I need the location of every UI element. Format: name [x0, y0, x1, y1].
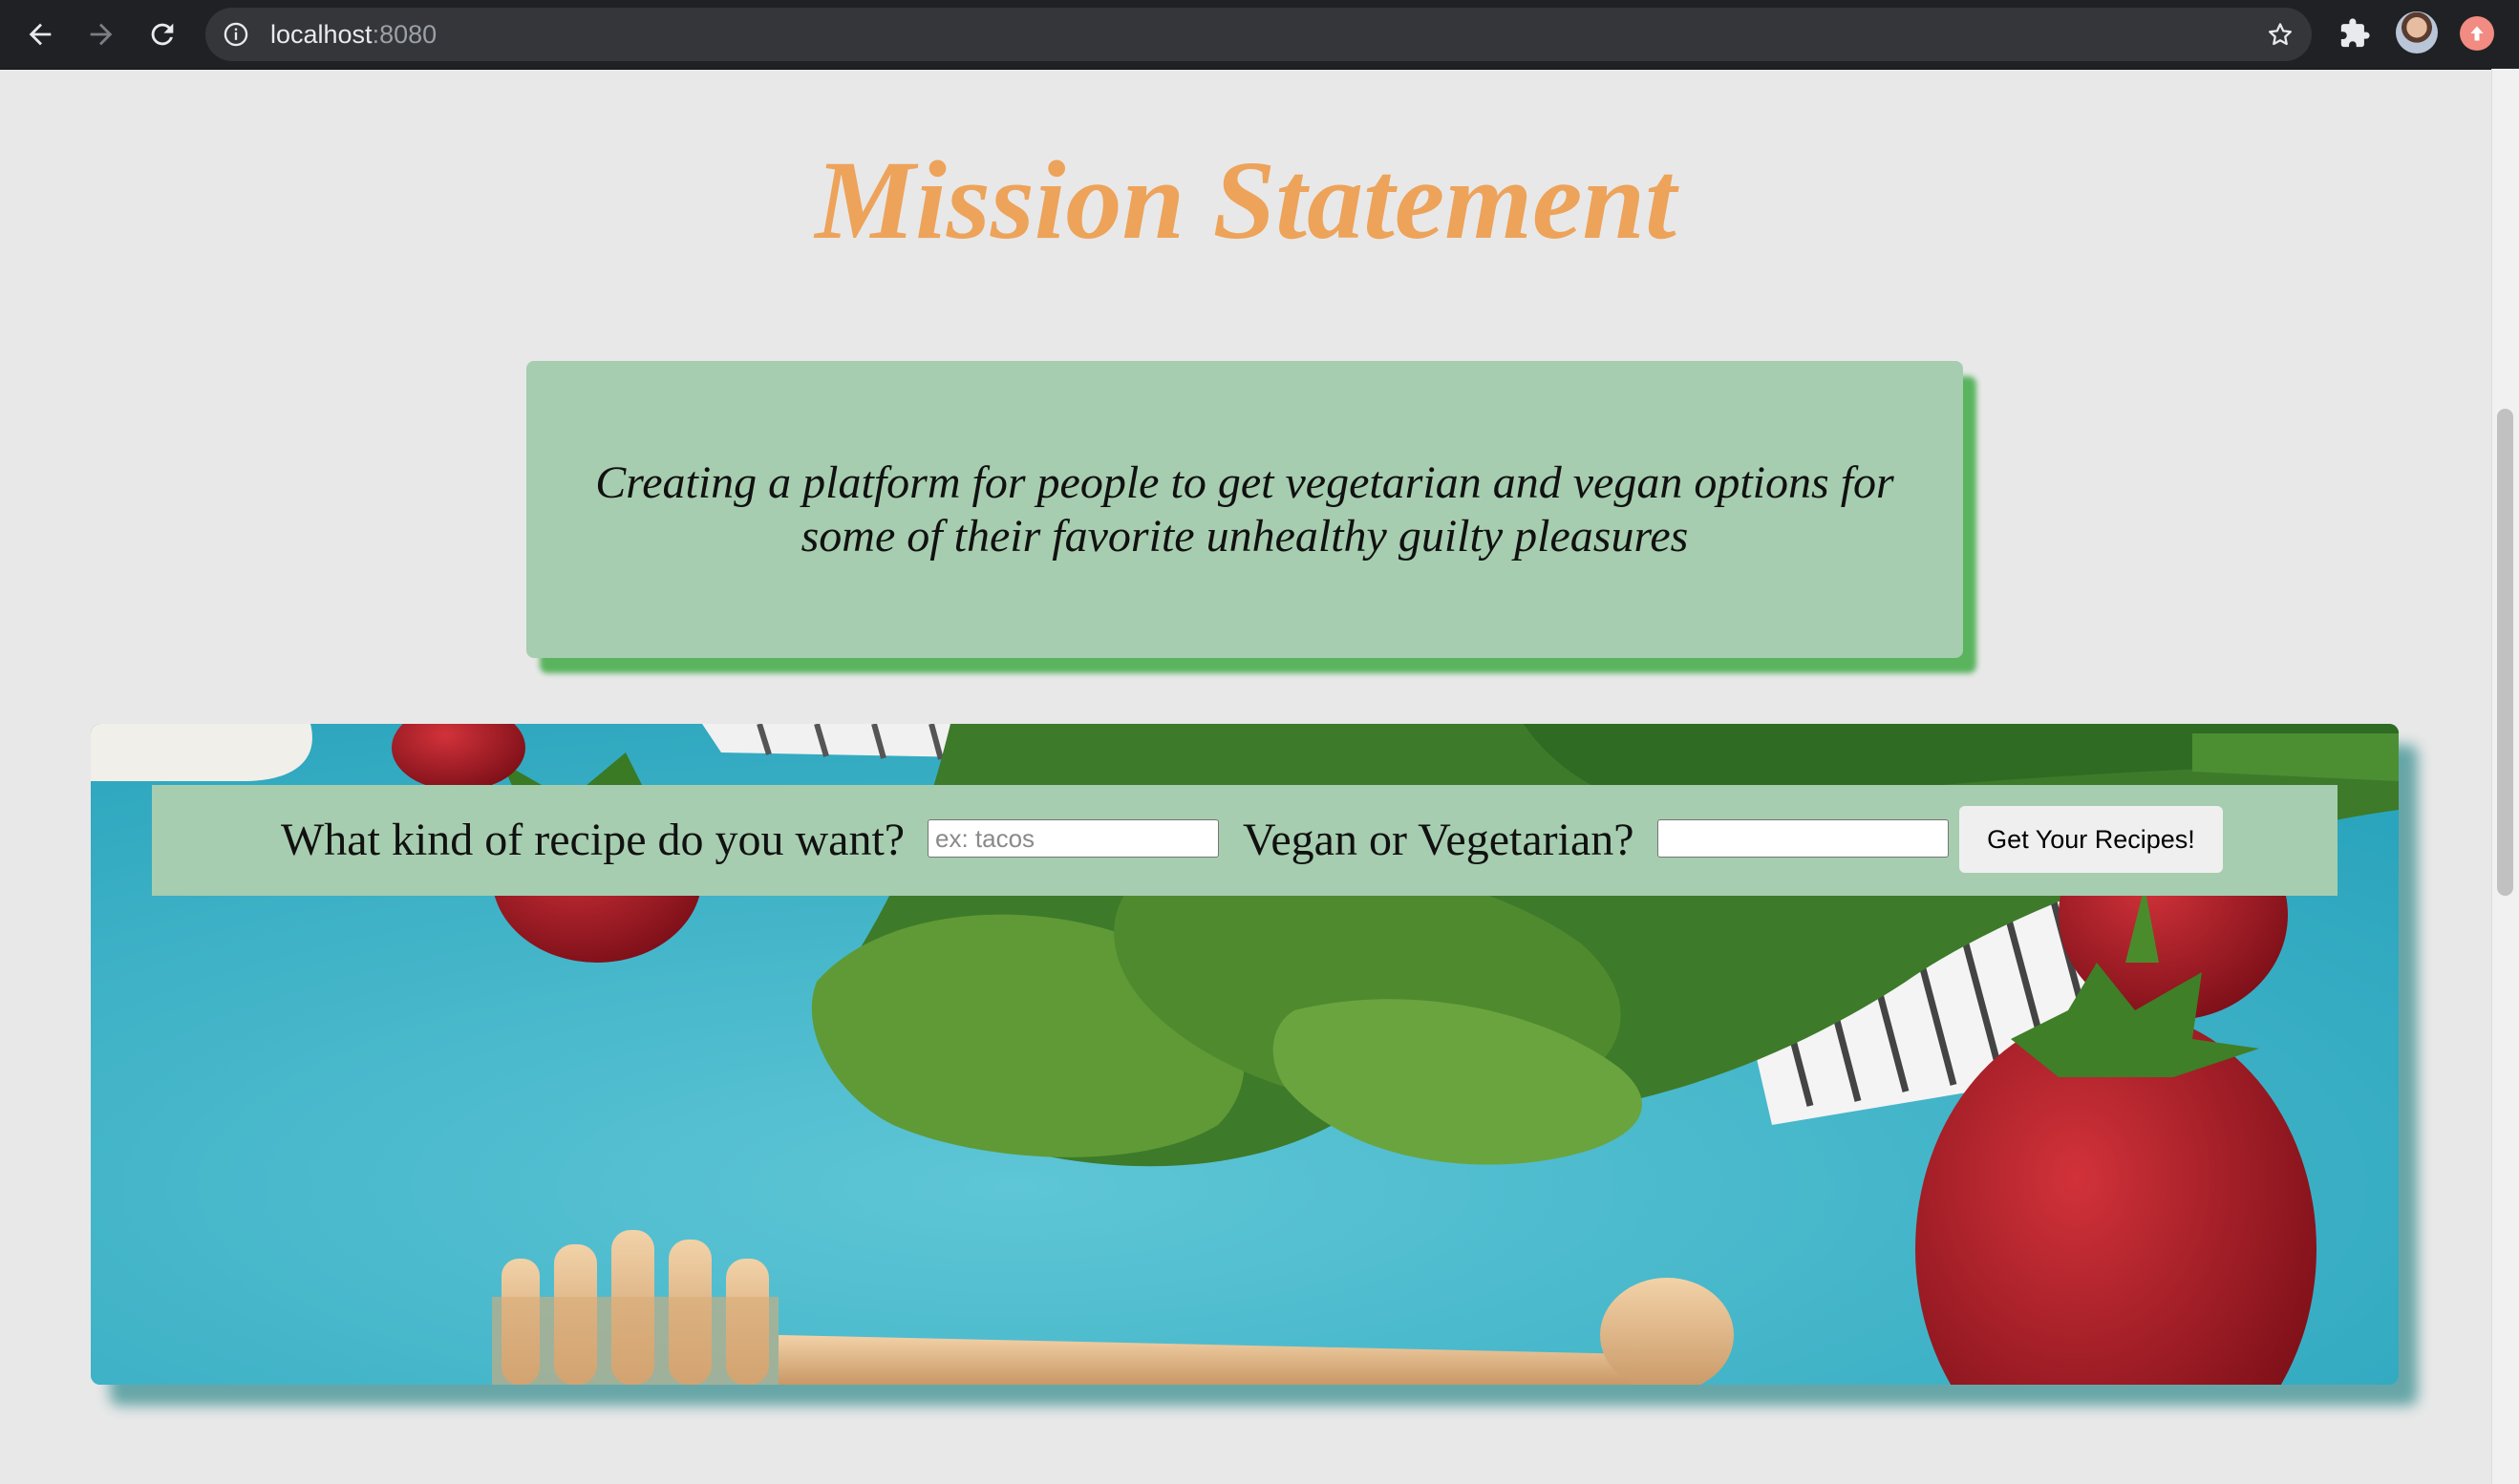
- browser-toolbar: localhost:8080: [0, 0, 2519, 70]
- diet-type-input[interactable]: [1657, 819, 1949, 858]
- forward-button[interactable]: [80, 13, 122, 55]
- reload-button[interactable]: [141, 13, 183, 55]
- page-title: Mission Statement: [815, 138, 1676, 263]
- info-icon[interactable]: [223, 21, 249, 48]
- arrow-left-icon: [29, 23, 52, 46]
- get-recipes-button[interactable]: Get Your Recipes!: [1959, 806, 2223, 873]
- diet-type-label: Vegan or Vegetarian?: [1243, 815, 1634, 865]
- url-host: localhost: [270, 20, 373, 49]
- arrow-up-icon: [2470, 26, 2484, 41]
- puzzle-icon[interactable]: [2338, 17, 2371, 50]
- recipe-search-form: What kind of recipe do you want? Vegan o…: [152, 785, 2338, 896]
- mission-card: Creating a platform for people to get ve…: [526, 361, 1963, 658]
- mission-text: Creating a platform for people to get ve…: [595, 456, 1894, 562]
- recipe-type-input[interactable]: [928, 819, 1219, 858]
- scrollbar-thumb[interactable]: [2497, 409, 2513, 896]
- recipe-type-label: What kind of recipe do you want?: [281, 815, 906, 865]
- back-button[interactable]: [19, 13, 61, 55]
- update-arrow-icon[interactable]: [2460, 16, 2494, 51]
- url-text[interactable]: localhost:8080: [270, 8, 437, 61]
- star-icon[interactable]: [2266, 20, 2295, 49]
- avatar[interactable]: [2396, 11, 2438, 53]
- address-bar[interactable]: localhost:8080: [205, 8, 2312, 61]
- reload-icon: [151, 23, 174, 46]
- url-port: :8080: [372, 20, 438, 49]
- arrow-right-icon: [90, 23, 113, 46]
